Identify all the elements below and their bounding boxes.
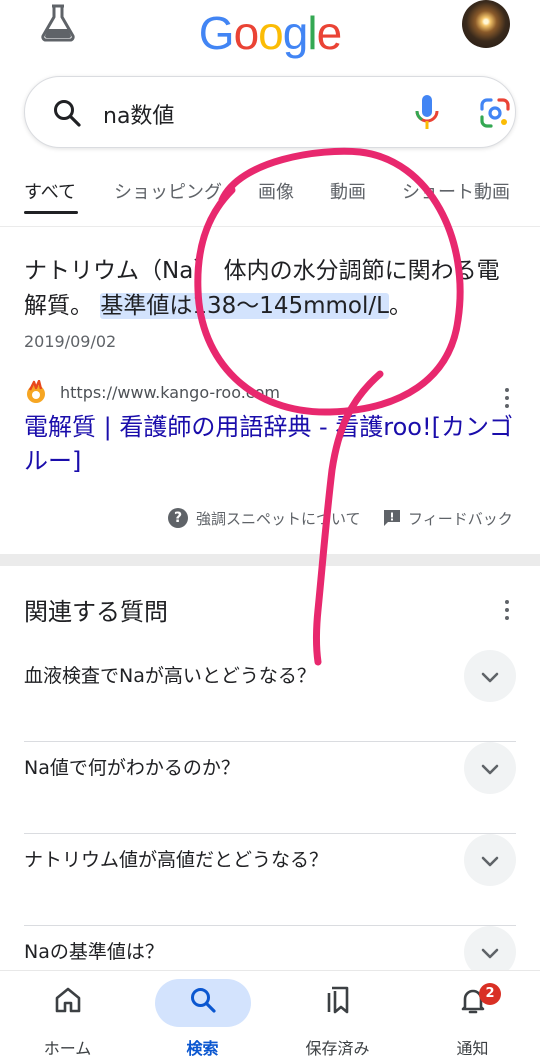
- related-question[interactable]: ナトリウム値が高値だとどうなる？: [24, 834, 516, 926]
- notification-badge: 2: [479, 983, 501, 1005]
- expand-button[interactable]: [464, 650, 516, 702]
- tab-all[interactable]: すべて: [24, 178, 76, 204]
- google-logo: Google: [0, 6, 540, 60]
- logo-letter: o: [233, 7, 260, 59]
- section-divider: [0, 554, 540, 566]
- snippet-date: 2019/09/02: [24, 332, 117, 351]
- nav-label: 保存済み: [305, 1039, 370, 1057]
- chevron-down-icon: [481, 672, 499, 683]
- tab-short-videos[interactable]: ショート動画: [402, 178, 510, 204]
- site-favicon: [27, 380, 45, 403]
- nav-label: 通知: [456, 1039, 489, 1057]
- logo-letter: l: [307, 7, 317, 59]
- logo-letter: o: [258, 7, 284, 59]
- top-bar: Google: [0, 0, 540, 70]
- search-icon: [54, 100, 81, 127]
- featured-snippet-text: ナトリウム（Na） 体内の水分調節に関わる電解質。 基準値は138～145mmo…: [24, 254, 514, 324]
- search-tabs: すべて ショッピング 画像 動画 ショート動画: [0, 170, 540, 216]
- result-more-options-icon[interactable]: [504, 388, 510, 410]
- account-avatar[interactable]: [462, 0, 510, 48]
- tab-videos[interactable]: 動画: [330, 178, 366, 204]
- chevron-down-icon: [481, 856, 499, 867]
- about-snippets-link[interactable]: 強調スニペットについて: [196, 508, 361, 529]
- voice-search-icon[interactable]: [413, 93, 441, 133]
- chevron-down-icon: [481, 948, 499, 959]
- expand-button[interactable]: [464, 834, 516, 886]
- search-query-text[interactable]: na数値: [103, 98, 174, 130]
- snippet-footer: ? 強調スニペットについて フィードバック: [0, 506, 540, 530]
- tab-images[interactable]: 画像: [258, 178, 294, 204]
- snippet-text-end: 。: [388, 293, 412, 319]
- tabs-divider: [0, 226, 540, 227]
- search-bar[interactable]: na数値: [24, 76, 516, 148]
- result-title-link[interactable]: 電解質 | 看護師の用語辞典 - 看護roo![カンゴルー]: [24, 410, 524, 478]
- logo-letter: G: [198, 7, 235, 59]
- feedback-icon[interactable]: [382, 508, 402, 528]
- search-icon: [190, 988, 216, 1013]
- nav-notifications[interactable]: 2 通知: [405, 971, 540, 1057]
- nav-label: 検索: [186, 1039, 219, 1057]
- nav-label: ホーム: [43, 1039, 92, 1057]
- bookmarks-icon: [327, 986, 348, 1014]
- question-text: Na値で何がわかるのか？: [24, 757, 240, 779]
- related-question[interactable]: Na値で何がわかるのか？: [24, 742, 516, 834]
- expand-button[interactable]: [464, 742, 516, 794]
- active-tab-indicator: [24, 211, 78, 214]
- nav-home[interactable]: ホーム: [0, 971, 135, 1057]
- tab-shopping[interactable]: ショッピング: [114, 178, 222, 204]
- question-text: 血液検査でNaが高いとどうなる？: [24, 665, 316, 687]
- snippet-highlight: 基準値は138～145mmol/L: [100, 293, 389, 319]
- logo-letter: g: [282, 7, 309, 59]
- related-questions-more-icon[interactable]: [504, 600, 510, 622]
- home-icon: [55, 987, 80, 1013]
- nav-saved[interactable]: 保存済み: [270, 971, 405, 1057]
- related-question[interactable]: 血液検査でNaが高いとどうなる？: [24, 650, 516, 742]
- chevron-down-icon: [481, 764, 499, 775]
- logo-letter: e: [316, 7, 343, 59]
- question-text: ナトリウム値が高値だとどうなる？: [24, 849, 329, 871]
- feedback-link[interactable]: フィードバック: [408, 508, 513, 529]
- result-url[interactable]: https://www.kango-roo.com: [60, 383, 280, 402]
- google-lens-icon[interactable]: [479, 97, 511, 129]
- help-icon[interactable]: ?: [168, 508, 188, 528]
- nav-search[interactable]: 検索: [135, 971, 270, 1057]
- bottom-navigation: ホーム 検索 保存済み 2 通知: [0, 970, 540, 1057]
- related-questions-title: 関連する質問: [24, 598, 168, 626]
